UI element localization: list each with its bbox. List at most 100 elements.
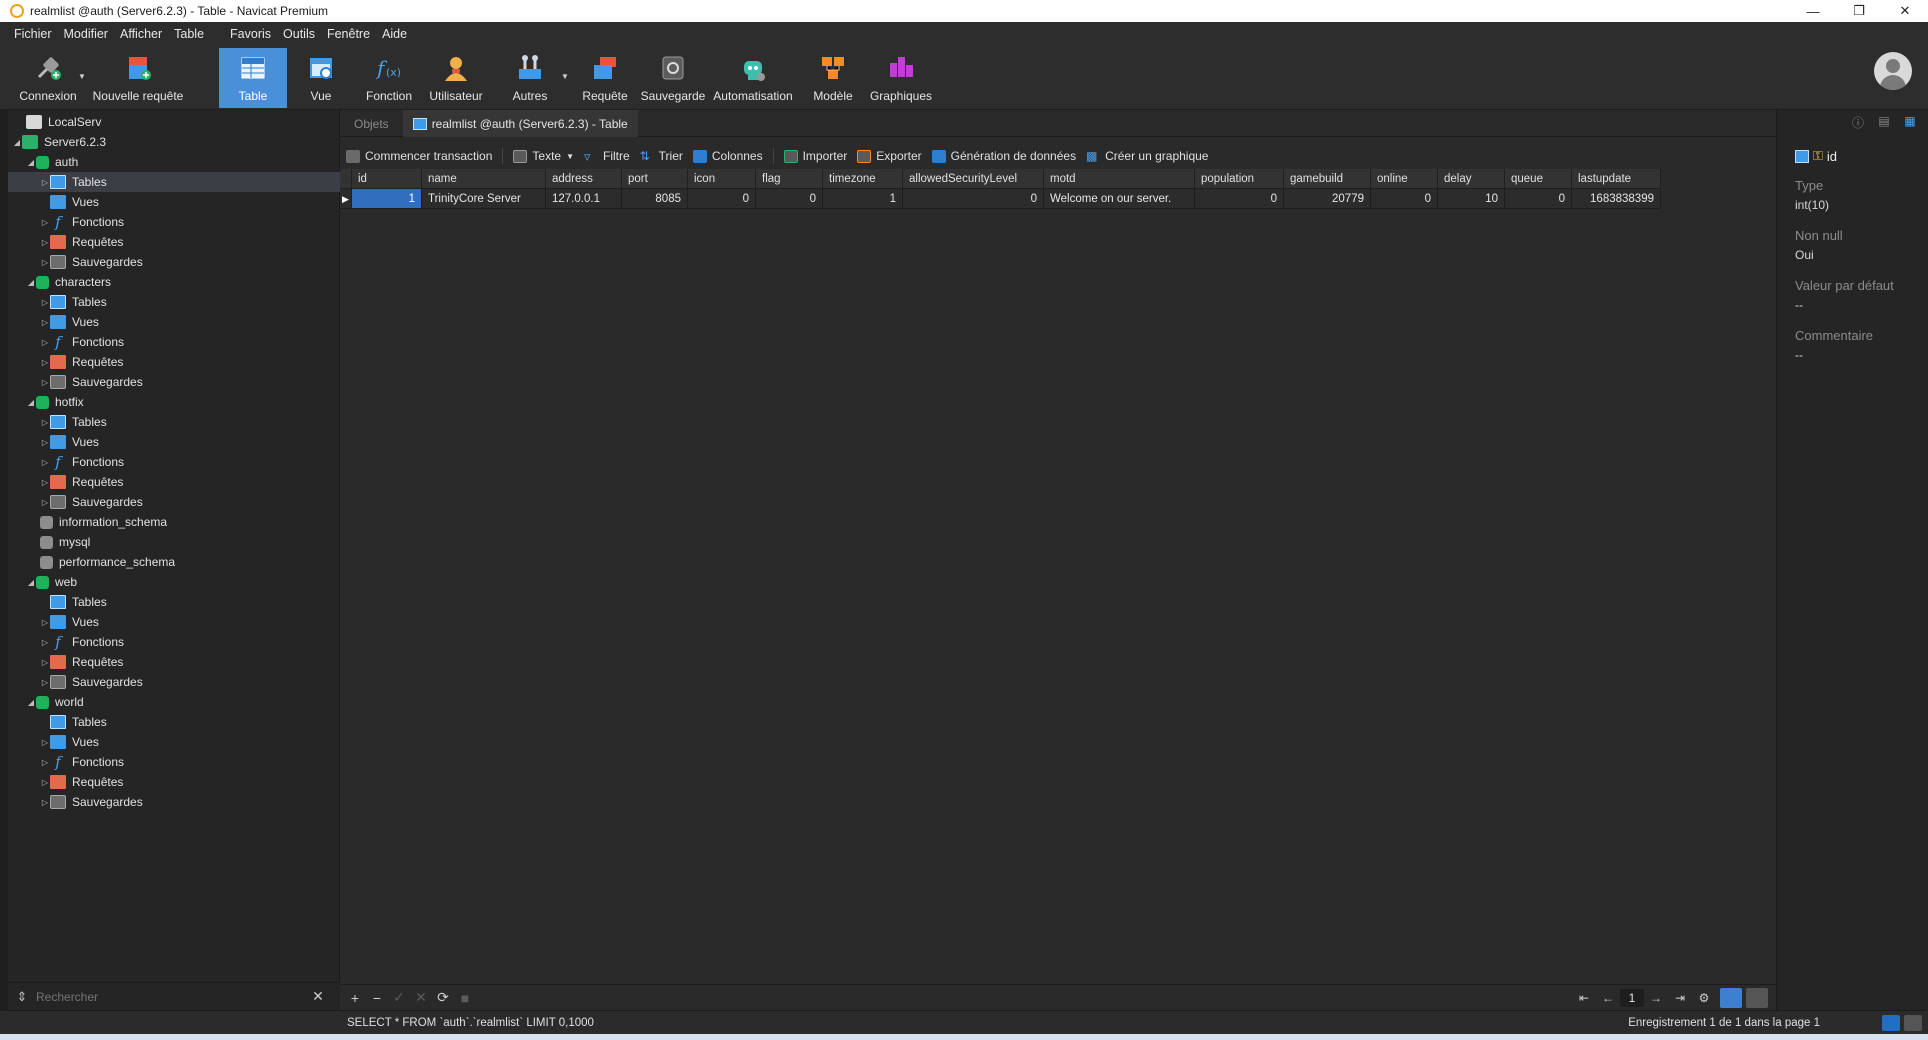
- menu-modifier[interactable]: Modifier: [58, 27, 114, 41]
- data-generation-button[interactable]: Génération de données: [931, 149, 1076, 163]
- collapsed-arrow-icon[interactable]: ▷: [40, 458, 50, 467]
- menu-outils[interactable]: Outils: [277, 27, 321, 41]
- tree-hotfix-tables[interactable]: ▷ Tables: [8, 412, 340, 432]
- table-row[interactable]: ▶ 1 TrinityCore Server 127.0.0.1 8085 0 …: [340, 189, 1776, 209]
- tree-world-tables[interactable]: Tables: [8, 712, 340, 732]
- create-chart-button[interactable]: ▩ Créer un graphique: [1086, 149, 1208, 163]
- cell-online[interactable]: 0: [1371, 189, 1438, 209]
- collapsed-arrow-icon[interactable]: ▷: [40, 218, 50, 227]
- first-page-icon[interactable]: ⇤: [1572, 991, 1596, 1005]
- column-header-gamebuild[interactable]: gamebuild: [1284, 169, 1371, 189]
- collapsed-arrow-icon[interactable]: ▷: [40, 638, 50, 647]
- menu-fenetre[interactable]: Fenêtre: [321, 27, 376, 41]
- menu-table[interactable]: Table: [168, 27, 210, 41]
- restore-icon[interactable]: ❐: [1836, 0, 1882, 22]
- tree-hotfix-fonctions[interactable]: ▷ f Fonctions: [8, 452, 340, 472]
- collapsed-arrow-icon[interactable]: ▷: [40, 298, 50, 307]
- collapsed-arrow-icon[interactable]: ▷: [40, 378, 50, 387]
- collapsed-arrow-icon[interactable]: ▷: [40, 798, 50, 807]
- collapsed-arrow-icon[interactable]: ▷: [40, 178, 50, 187]
- tree-db-web[interactable]: ◢ web: [8, 572, 340, 592]
- expanded-arrow-icon[interactable]: ◢: [26, 398, 36, 407]
- tree-localserv[interactable]: LocalServ: [8, 112, 340, 132]
- menu-aide[interactable]: Aide: [376, 27, 413, 41]
- search-input[interactable]: [36, 989, 306, 1004]
- tree-world-fonctions[interactable]: ▷ f Fonctions: [8, 752, 340, 772]
- cell-flag[interactable]: 0: [756, 189, 823, 209]
- filter-button[interactable]: ▿ Filtre: [584, 149, 630, 163]
- tab-objets[interactable]: Objets: [340, 110, 403, 137]
- sort-button[interactable]: ⇅ Trier: [640, 149, 683, 163]
- tree-world-requetes[interactable]: ▷ Requêtes: [8, 772, 340, 792]
- add-record-icon[interactable]: +: [344, 990, 366, 1006]
- text-button[interactable]: Texte ▼: [513, 149, 574, 163]
- close-icon[interactable]: ✕: [1882, 0, 1928, 22]
- collapsed-arrow-icon[interactable]: ▷: [40, 338, 50, 347]
- tree-db-information-schema[interactable]: information_schema: [8, 512, 340, 532]
- collapsed-arrow-icon[interactable]: ▷: [40, 358, 50, 367]
- automatisation-button[interactable]: Automatisation: [710, 48, 796, 108]
- chevron-down-icon[interactable]: ▼: [561, 72, 569, 81]
- collapsed-arrow-icon[interactable]: ▷: [40, 738, 50, 747]
- cell-port[interactable]: 8085: [622, 189, 688, 209]
- form-view-icon[interactable]: [1746, 988, 1768, 1008]
- tree-hotfix-sauvegardes[interactable]: ▷ Sauvegardes: [8, 492, 340, 512]
- tree-characters-sauvegardes[interactable]: ▷ Sauvegardes: [8, 372, 340, 392]
- tree-auth-sauvegardes[interactable]: ▷ Sauvegardes: [8, 252, 340, 272]
- collapsed-arrow-icon[interactable]: ▷: [40, 498, 50, 507]
- connexion-button[interactable]: Connexion: [14, 48, 82, 108]
- delete-record-icon[interactable]: −: [366, 990, 388, 1006]
- ddl-icon[interactable]: ▤: [1874, 114, 1894, 130]
- cell-motd[interactable]: Welcome on our server.: [1044, 189, 1195, 209]
- collapsed-arrow-icon[interactable]: ▷: [40, 438, 50, 447]
- gear-icon[interactable]: ⚙: [1692, 991, 1716, 1005]
- vue-button[interactable]: Vue: [292, 48, 350, 108]
- tree-auth-tables[interactable]: ▷ Tables: [8, 172, 340, 192]
- refresh-icon[interactable]: ⟳: [432, 989, 454, 1006]
- tree-auth-requetes[interactable]: ▷ Requêtes: [8, 232, 340, 252]
- tree-auth-vues[interactable]: Vues: [8, 192, 340, 212]
- column-header-port[interactable]: port: [622, 169, 688, 189]
- collapsed-arrow-icon[interactable]: ▷: [40, 618, 50, 627]
- cell-id[interactable]: 1: [352, 189, 422, 209]
- expanded-arrow-icon[interactable]: ◢: [26, 578, 36, 587]
- cell-address[interactable]: 127.0.0.1: [546, 189, 622, 209]
- collapsed-arrow-icon[interactable]: ▷: [40, 658, 50, 667]
- panel-toggle-icon[interactable]: [1904, 1014, 1922, 1031]
- next-page-icon[interactable]: →: [1644, 991, 1668, 1005]
- sauvegarde-button[interactable]: Sauvegarde: [640, 48, 706, 108]
- column-header-allowedsecuritylevel[interactable]: allowedSecurityLevel: [903, 169, 1044, 189]
- column-header-queue[interactable]: queue: [1505, 169, 1572, 189]
- tree-db-performance-schema[interactable]: performance_schema: [8, 552, 340, 572]
- expanded-arrow-icon[interactable]: ◢: [26, 278, 36, 287]
- tree-characters-vues[interactable]: ▷ Vues: [8, 312, 340, 332]
- chevron-down-icon[interactable]: ▼: [78, 72, 86, 81]
- page-number-field[interactable]: 1: [1620, 989, 1644, 1007]
- last-page-icon[interactable]: ⇥: [1668, 991, 1692, 1005]
- tree-characters-requetes[interactable]: ▷ Requêtes: [8, 352, 340, 372]
- prev-page-icon[interactable]: ←: [1596, 991, 1620, 1005]
- import-button[interactable]: Importer: [783, 149, 847, 163]
- modele-button[interactable]: Modèle: [806, 48, 860, 108]
- column-header-id[interactable]: id: [352, 169, 422, 189]
- collapsed-arrow-icon[interactable]: ▷: [40, 778, 50, 787]
- tree-web-vues[interactable]: ▷ Vues: [8, 612, 340, 632]
- fonction-button[interactable]: f (x) Fonction: [358, 48, 420, 108]
- cell-population[interactable]: 0: [1195, 189, 1284, 209]
- tree-world-sauvegardes[interactable]: ▷ Sauvegardes: [8, 792, 340, 812]
- tree-db-auth[interactable]: ◢ auth: [8, 152, 340, 172]
- tree-characters-tables[interactable]: ▷ Tables: [8, 292, 340, 312]
- columns-button[interactable]: Colonnes: [692, 149, 763, 163]
- cell-icon[interactable]: 0: [688, 189, 756, 209]
- collapsed-arrow-icon[interactable]: ▷: [40, 418, 50, 427]
- autres-button[interactable]: Autres: [502, 48, 558, 108]
- column-header-icon[interactable]: icon: [688, 169, 756, 189]
- cell-delay[interactable]: 10: [1438, 189, 1505, 209]
- export-button[interactable]: Exporter: [857, 149, 922, 163]
- collapsed-arrow-icon[interactable]: ▷: [40, 258, 50, 267]
- menu-fichier[interactable]: Fichier: [8, 27, 58, 41]
- expanded-arrow-icon[interactable]: ◢: [12, 138, 22, 147]
- column-header-population[interactable]: population: [1195, 169, 1284, 189]
- expanded-arrow-icon[interactable]: ◢: [26, 698, 36, 707]
- collapsed-arrow-icon[interactable]: ▷: [40, 478, 50, 487]
